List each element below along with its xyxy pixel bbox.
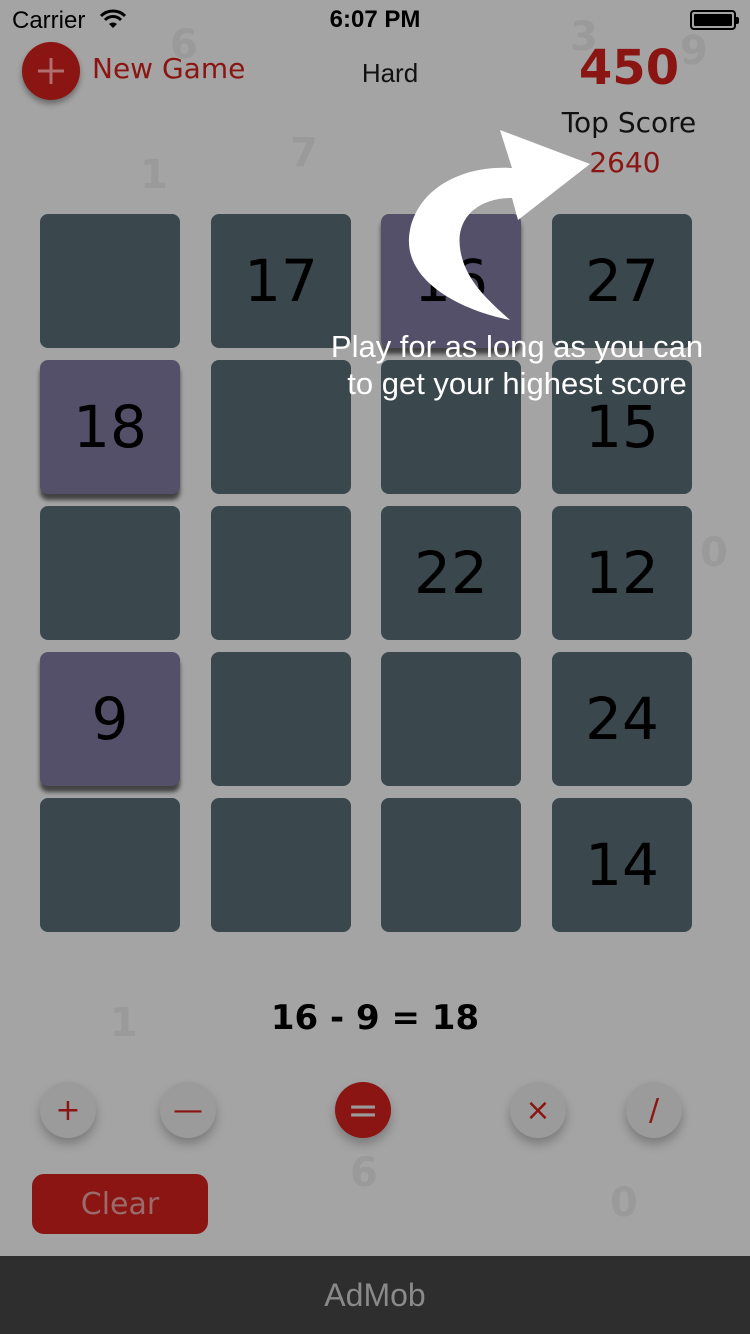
battery-icon	[690, 10, 739, 30]
grid-tile[interactable]	[40, 214, 180, 348]
clear-button[interactable]: Clear	[32, 1174, 208, 1234]
minus-icon: —	[173, 1092, 203, 1128]
divide-button[interactable]: /	[626, 1082, 682, 1138]
grid-tile[interactable]: 24	[552, 652, 692, 786]
tutorial-line-1: Play for as long as you can	[330, 329, 704, 364]
grid-tile[interactable]: 22	[381, 506, 521, 640]
plus-button[interactable]: +	[40, 1082, 96, 1138]
multiply-icon: ×	[525, 1092, 551, 1128]
grid-tile[interactable]	[381, 798, 521, 932]
background-digit: 7	[290, 130, 318, 176]
background-digit: 1	[140, 152, 168, 198]
grid-tile-selected[interactable]: 9	[40, 652, 180, 786]
current-score: 450	[578, 40, 680, 96]
grid-tile[interactable]: 14	[552, 798, 692, 932]
curved-arrow-icon	[408, 130, 590, 320]
equals-icon: =	[347, 1088, 379, 1132]
ad-banner[interactable]: AdMob	[0, 1256, 750, 1334]
equation-display: 16 - 9 = 18	[270, 998, 480, 1038]
grid-tile[interactable]	[381, 652, 521, 786]
background-digit: 0	[610, 1180, 638, 1226]
status-bar: Carrier 6:07 PM	[0, 0, 750, 40]
grid-tile[interactable]: 12	[552, 506, 692, 640]
plus-icon: +	[55, 1092, 81, 1128]
grid-tile[interactable]	[211, 652, 351, 786]
tutorial-hint: Play for as long as you can to get your …	[300, 328, 734, 402]
grid-tile[interactable]	[40, 506, 180, 640]
background-digit: 6	[350, 1150, 378, 1196]
grid-tile[interactable]	[40, 798, 180, 932]
minus-button[interactable]: —	[160, 1082, 216, 1138]
grid-tile[interactable]	[211, 798, 351, 932]
background-digit: 0	[700, 530, 728, 576]
equals-button[interactable]: =	[335, 1082, 391, 1138]
divide-icon: /	[648, 1092, 660, 1128]
tutorial-line-2: to get your highest score	[347, 366, 687, 401]
clock: 6:07 PM	[329, 6, 421, 33]
grid-tile-selected[interactable]: 18	[40, 360, 180, 494]
grid-tile[interactable]	[211, 506, 351, 640]
multiply-button[interactable]: ×	[510, 1082, 566, 1138]
